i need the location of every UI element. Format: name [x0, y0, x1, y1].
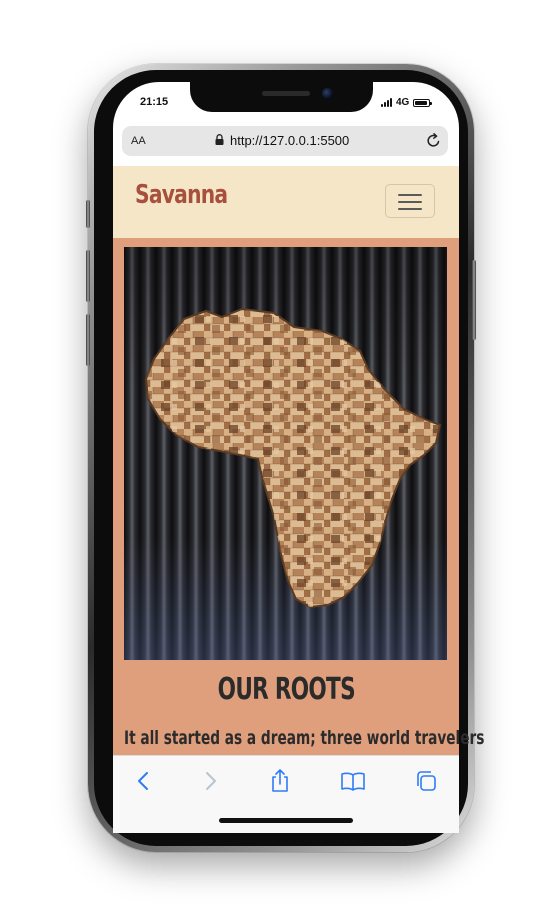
africa-map-photo — [124, 247, 447, 660]
reload-icon[interactable] — [425, 132, 442, 149]
section-title-text: OUR ROOTS — [217, 672, 355, 707]
tabs-icon[interactable] — [413, 768, 439, 794]
section-paragraph: It all started as a dream; three world t… — [124, 727, 485, 749]
status-indicators: 4G — [381, 97, 433, 108]
signal-icon — [381, 98, 392, 107]
front-camera — [322, 88, 333, 99]
home-indicator[interactable] — [219, 818, 353, 823]
brand-logo[interactable]: Savanna — [135, 180, 228, 210]
bookmarks-icon[interactable] — [340, 768, 366, 794]
section-title: OUR ROOTS — [113, 672, 459, 707]
notch — [190, 82, 373, 112]
forward-icon[interactable] — [197, 768, 223, 794]
battery-level — [415, 100, 428, 105]
volume-up-button — [86, 250, 90, 302]
power-button — [472, 260, 476, 340]
africa-wood-map — [144, 307, 442, 609]
battery-icon — [413, 98, 433, 107]
volume-down-button — [86, 314, 90, 366]
share-icon[interactable] — [267, 768, 293, 794]
menu-toggle-button[interactable] — [385, 184, 435, 218]
mute-switch — [86, 200, 90, 228]
speaker — [262, 91, 310, 96]
url-text[interactable]: http://127.0.0.1:5500 — [230, 133, 349, 148]
lock-icon — [215, 134, 224, 145]
status-time: 21:15 — [140, 96, 169, 108]
text-size-button[interactable]: AA — [131, 135, 146, 147]
back-icon[interactable] — [131, 768, 157, 794]
network-type: 4G — [396, 97, 410, 108]
